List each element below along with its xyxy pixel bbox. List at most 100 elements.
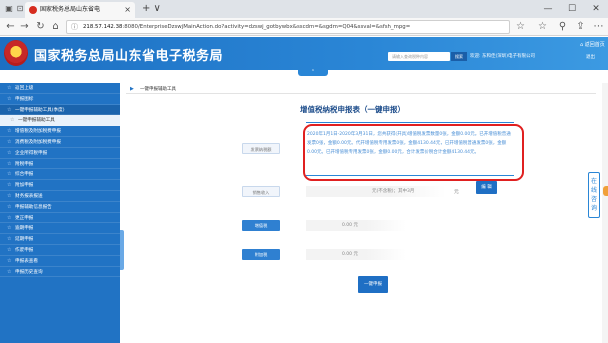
- title-divider: [306, 122, 514, 123]
- breadcrumb-arrow-icon: ▶: [130, 86, 134, 92]
- service-avatar-icon[interactable]: [603, 186, 608, 196]
- sidebar-item[interactable]: ☆ 一键申报辅助工具(季度): [0, 104, 120, 116]
- home-link[interactable]: ⌂ 返回首页: [580, 41, 605, 48]
- page-scrollbar[interactable]: [602, 83, 608, 343]
- sidebar-item[interactable]: ☆ 附加申报: [0, 180, 120, 191]
- pen-icon[interactable]: ⚲: [556, 20, 569, 33]
- search-button[interactable]: 搜索: [451, 52, 467, 61]
- browser-nav-bar: ← → ↻ ⌂ ⓘ 218.57.142.38:8080/EnterpriseD…: [0, 18, 608, 36]
- star-icon: ☆: [7, 149, 12, 156]
- sidebar-item-label: 附加申报: [15, 183, 34, 189]
- browser-tab-bar: ▣ ⊡ 国家税务总局山东省电 × + ∨ — ☐ ✕: [0, 0, 608, 18]
- sidebar-item[interactable]: ☆ 申报表查看: [0, 256, 120, 267]
- tax-favicon-icon: [29, 6, 37, 14]
- star-icon: ☆: [7, 160, 12, 167]
- sidebar-item-label: 逾期申报: [15, 226, 34, 232]
- site-header: 国家税务总局山东省电子税务局 请输入查询税种内容 搜索 欢迎: 东和佳(深圳)电…: [0, 37, 608, 70]
- sidebar-item[interactable]: ☆ 作废申报: [0, 245, 120, 256]
- reading-mode-icon[interactable]: ☆: [514, 20, 527, 33]
- breadcrumb-label: 一键申报辅助工具: [140, 87, 176, 92]
- star-icon: ☆: [10, 117, 15, 124]
- sidebar-toggle-handle[interactable]: [120, 230, 124, 270]
- address-bar[interactable]: ⓘ 218.57.142.38:8080/EnterpriseDzswjMain…: [66, 20, 510, 34]
- online-consult-tab[interactable]: 在线咨询: [588, 172, 600, 218]
- summary-divider: [306, 175, 514, 176]
- star-icon: ☆: [7, 128, 12, 135]
- star-icon: ☆: [7, 182, 12, 189]
- sales-unit: 元: [454, 190, 459, 195]
- refresh-icon[interactable]: ↻: [34, 20, 47, 33]
- star-icon: ☆: [7, 192, 12, 199]
- star-icon: ☆: [7, 203, 12, 210]
- star-icon: ☆: [7, 95, 12, 102]
- star-icon: ☆: [7, 268, 12, 275]
- sidebar-item[interactable]: ☆ 企业所得税申报: [0, 148, 120, 159]
- sidebar-item-label: 一键申报辅助工具: [18, 118, 55, 124]
- sidebar-item[interactable]: ☆ 财务报表报送: [0, 191, 120, 202]
- sidebar-item[interactable]: ☆ 综合申报: [0, 169, 120, 181]
- sidebar-item[interactable]: ☆ 增值税及附加税费申报: [0, 126, 120, 137]
- logout-link[interactable]: 退出: [586, 54, 595, 60]
- favorites-icon[interactable]: ☆: [536, 20, 549, 33]
- welcome-text: 欢迎: 东和佳(深圳)电子有限公司: [470, 54, 535, 59]
- surtax-label: 附加税: [242, 249, 280, 260]
- sidebar-item[interactable]: ☆ 申报图标: [0, 94, 120, 105]
- edit-button[interactable]: 编 辑: [476, 181, 497, 194]
- star-icon: ☆: [7, 85, 12, 91]
- sales-income-field[interactable]: 元(不含税)；其中3月: [306, 186, 446, 197]
- url-path: :8080/EnterpriseDzswjMainAction.do?activ…: [122, 24, 411, 30]
- tab-title: 国家税务总局山东省电: [40, 6, 101, 13]
- search-input[interactable]: 请输入查询税种内容: [388, 52, 450, 61]
- home-icon[interactable]: ⌂: [49, 20, 62, 33]
- sidebar-item-label: 返回上级: [15, 86, 34, 91]
- sidebar-item-label: 财务报表报送: [15, 193, 43, 199]
- star-icon: ☆: [7, 106, 12, 113]
- sidebar-item-label: 一键申报辅助工具(季度): [15, 107, 65, 113]
- close-window-icon[interactable]: ✕: [584, 0, 608, 18]
- surtax-amount-field: 0.00 元: [306, 249, 406, 260]
- sales-income-label: 销售收入: [242, 186, 280, 197]
- sidebar-item-label: 更正申报: [15, 215, 34, 221]
- sidebar-item[interactable]: ☆ 一键申报辅助工具: [0, 115, 120, 127]
- sidebar-item[interactable]: ☆ 逾期申报: [0, 223, 120, 235]
- one-click-declare-button[interactable]: 一键申报: [358, 276, 388, 293]
- sidebar-item[interactable]: ☆ 延期申报: [0, 234, 120, 245]
- sidebar-item-label: 综合申报: [15, 172, 34, 178]
- sidebar-item-label: 延期申报: [15, 237, 34, 243]
- vat-label: 增值税: [242, 220, 280, 231]
- sidebar-item[interactable]: ☆ 申报历史查询: [0, 267, 120, 278]
- sidebar-item-label: 企业所得税申报: [15, 150, 48, 156]
- back-arrow-icon[interactable]: ←: [4, 20, 17, 33]
- sidebar-item-label: 申报辅助信息报告: [15, 204, 52, 210]
- sidebar-item[interactable]: ☆ 申报辅助信息报告: [0, 202, 120, 213]
- collapse-header-button[interactable]: ⌃: [298, 70, 328, 76]
- star-icon: ☆: [7, 171, 12, 178]
- national-emblem-icon: [4, 40, 28, 66]
- breadcrumb: ▶ 一键申报辅助工具: [126, 86, 596, 94]
- sidebar-item-label: 申报表查看: [15, 258, 38, 264]
- sidebar-item[interactable]: ☆ 更正申报: [0, 213, 120, 224]
- url-host: 218.57.142.38: [83, 24, 123, 30]
- vat-amount-field: 0.00 元: [306, 220, 406, 231]
- star-icon: ☆: [7, 214, 12, 221]
- sidebar-item-label: 增值税及附加税费申报: [15, 129, 61, 135]
- star-icon: ☆: [7, 225, 12, 232]
- star-icon: ☆: [7, 138, 12, 145]
- sidebar-item[interactable]: ☆ 附税申报: [0, 159, 120, 170]
- new-tab-button[interactable]: + ∨: [142, 2, 161, 16]
- highlight-annotation: [303, 124, 524, 181]
- star-icon: ☆: [7, 246, 12, 253]
- tab-close-icon[interactable]: ×: [124, 2, 131, 18]
- maximize-icon[interactable]: ☐: [560, 0, 584, 18]
- share-icon[interactable]: ⇪: [574, 20, 587, 33]
- more-icon[interactable]: ⋯: [592, 20, 605, 33]
- sidebar: ☆ 返回上级 ☆ 申报图标 ☆ 一键申报辅助工具(季度) ☆ 一键申报辅助工具 ☆ 增值税及附加税…: [0, 83, 120, 343]
- forward-arrow-icon[interactable]: →: [18, 20, 31, 33]
- site-title: 国家税务总局山东省电子税务局: [34, 49, 224, 64]
- sidebar-item[interactable]: ☆ 返回上级: [0, 83, 120, 94]
- sidebar-item[interactable]: ☆ 消费税及附加税费申报: [0, 137, 120, 148]
- browser-tab[interactable]: 国家税务总局山东省电 ×: [25, 2, 135, 18]
- minimize-icon[interactable]: —: [536, 0, 560, 18]
- sidebar-item-label: 申报图标: [15, 96, 34, 102]
- sidebar-item-label: 附税申报: [15, 161, 34, 167]
